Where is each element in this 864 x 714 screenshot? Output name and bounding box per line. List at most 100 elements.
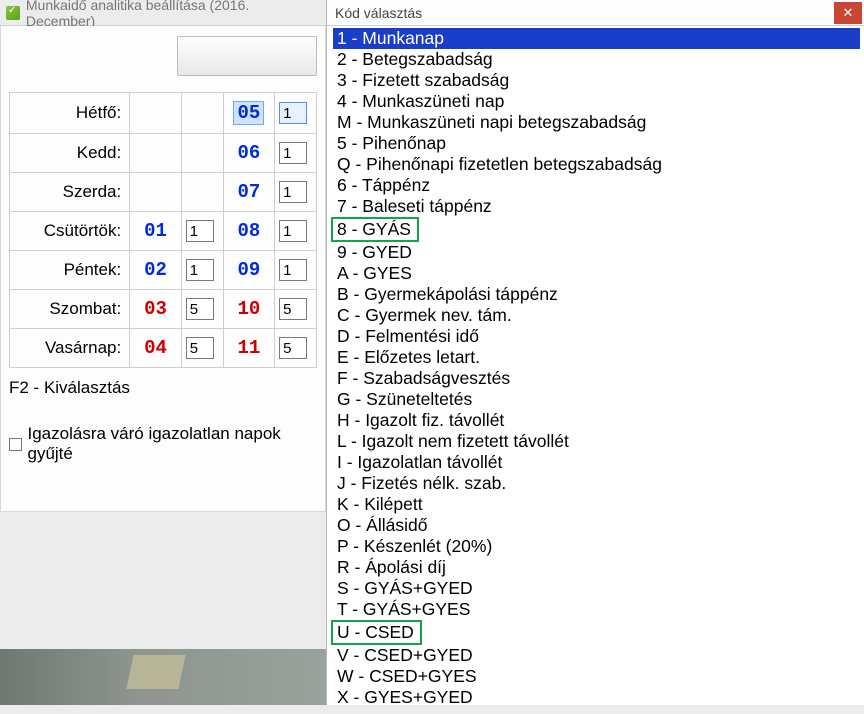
- code-item[interactable]: 6 - Táppénz: [333, 175, 860, 196]
- day-code-2: [275, 134, 317, 173]
- day-number-1: 02: [130, 251, 182, 290]
- code-item[interactable]: Q - Pihenőnapi fizetetlen betegszabadság: [333, 154, 860, 175]
- code-dialog-title: Kód választás: [335, 5, 422, 21]
- code-item[interactable]: U - CSED: [331, 620, 422, 645]
- day-code-2: [275, 329, 317, 368]
- day-code-2: [275, 251, 317, 290]
- day-code-1: [181, 173, 223, 212]
- day-code-2: [275, 290, 317, 329]
- code-input[interactable]: [186, 298, 214, 320]
- code-item[interactable]: R - Ápolási díj: [333, 557, 860, 578]
- code-input[interactable]: [279, 298, 307, 320]
- day-label: Szerda:: [10, 173, 130, 212]
- day-number-2: 09: [223, 251, 275, 290]
- day-number-2: 11: [223, 329, 275, 368]
- day-grid: Hétfő:05Kedd:06Szerda:07Csütörtök:0108Pé…: [9, 92, 317, 368]
- day-label: Csütörtök:: [10, 212, 130, 251]
- day-code-1: [181, 329, 223, 368]
- day-number-1: 03: [130, 290, 182, 329]
- code-item[interactable]: 3 - Fizetett szabadság: [333, 70, 860, 91]
- code-item[interactable]: E - Előzetes letart.: [333, 347, 860, 368]
- day-code-2: [275, 173, 317, 212]
- code-item[interactable]: 5 - Pihenőnap: [333, 133, 860, 154]
- code-item[interactable]: M - Munkaszüneti napi betegszabadság: [333, 112, 860, 133]
- code-dialog: Kód választás ✕ 1 - Munkanap2 - Betegsza…: [326, 0, 864, 705]
- code-item[interactable]: 7 - Baleseti táppénz: [333, 196, 860, 217]
- code-input[interactable]: [279, 102, 307, 124]
- main-window: Munkaidő analitika beállítása (2016. Dec…: [0, 0, 326, 705]
- code-item[interactable]: 2 - Betegszabadság: [333, 49, 860, 70]
- day-number-1: 01: [130, 212, 182, 251]
- day-code-2: [275, 93, 317, 134]
- code-input[interactable]: [279, 337, 307, 359]
- code-item[interactable]: D - Felmentési idő: [333, 326, 860, 347]
- day-label: Szombat:: [10, 290, 130, 329]
- code-item[interactable]: C - Gyermek nev. tám.: [333, 305, 860, 326]
- code-item[interactable]: B - Gyermekápolási táppénz: [333, 284, 860, 305]
- code-item[interactable]: F - Szabadságvesztés: [333, 368, 860, 389]
- code-item[interactable]: 8 - GYÁS: [331, 217, 419, 242]
- code-list[interactable]: 1 - Munkanap2 - Betegszabadság3 - Fizete…: [327, 26, 864, 714]
- code-item[interactable]: K - Kilépett: [333, 494, 860, 515]
- day-row: Kedd:06: [10, 134, 317, 173]
- background-strip: [0, 649, 326, 705]
- day-number-1: [130, 93, 182, 134]
- code-item[interactable]: T - GYÁS+GYES: [333, 599, 860, 620]
- day-code-1: [181, 251, 223, 290]
- code-item[interactable]: L - Igazolt nem fizetett távollét: [333, 431, 860, 452]
- day-number-1: 04: [130, 329, 182, 368]
- main-title: Munkaidő analitika beállítása (2016. Dec…: [26, 0, 320, 29]
- code-input[interactable]: [186, 337, 214, 359]
- code-item[interactable]: H - Igazolt fiz. távollét: [333, 410, 860, 431]
- day-number-2: 08: [223, 212, 275, 251]
- code-item[interactable]: P - Készenlét (20%): [333, 536, 860, 557]
- day-label: Vasárnap:: [10, 329, 130, 368]
- code-input[interactable]: [186, 220, 214, 242]
- day-number-2: 07: [223, 173, 275, 212]
- day-number-2: 05: [223, 93, 275, 134]
- code-item[interactable]: 1 - Munkanap: [333, 28, 860, 49]
- toolbar-button[interactable]: [177, 36, 317, 76]
- day-row: Vasárnap:04 11: [10, 329, 317, 368]
- day-code-1: [181, 290, 223, 329]
- code-item[interactable]: 4 - Munkaszüneti nap: [333, 91, 860, 112]
- code-item[interactable]: A - GYES: [333, 263, 860, 284]
- day-label: Hétfő:: [10, 93, 130, 134]
- code-item[interactable]: W - CSED+GYES: [333, 666, 860, 687]
- code-input[interactable]: [279, 142, 307, 164]
- close-button[interactable]: ✕: [834, 2, 862, 24]
- main-titlebar: Munkaidő analitika beállítása (2016. Dec…: [0, 0, 326, 26]
- close-icon: ✕: [843, 5, 854, 21]
- day-label: Péntek:: [10, 251, 130, 290]
- checkbox-label: Igazolásra váró igazolatlan napok gyűjté: [28, 424, 318, 464]
- day-row: Szerda: 07: [10, 173, 317, 212]
- code-input[interactable]: [186, 259, 214, 281]
- day-number-2: 10: [223, 290, 275, 329]
- day-code-1: [181, 212, 223, 251]
- main-body: Hétfő:05Kedd:06Szerda:07Csütörtök:0108Pé…: [0, 26, 326, 512]
- code-item[interactable]: 9 - GYED: [333, 242, 860, 263]
- checkbox-box[interactable]: [9, 438, 22, 451]
- code-input[interactable]: [279, 181, 307, 203]
- code-item[interactable]: G - Szüneteltetés: [333, 389, 860, 410]
- checkbox-row[interactable]: Igazolásra váró igazolatlan napok gyűjté: [9, 424, 317, 464]
- day-code-1: [181, 134, 223, 173]
- day-number-1: [130, 134, 182, 173]
- app-icon: [6, 6, 20, 20]
- day-row: Hétfő: 05: [10, 93, 317, 134]
- code-item[interactable]: S - GYÁS+GYED: [333, 578, 860, 599]
- code-input[interactable]: [279, 220, 307, 242]
- code-input[interactable]: [279, 259, 307, 281]
- day-code-2: [275, 212, 317, 251]
- code-item[interactable]: O - Állásidő: [333, 515, 860, 536]
- code-item[interactable]: V - CSED+GYED: [333, 645, 860, 666]
- top-toolbar: [9, 32, 317, 92]
- day-row: Péntek:02 09: [10, 251, 317, 290]
- code-dialog-titlebar: Kód választás ✕: [327, 0, 864, 26]
- day-code-1: [181, 93, 223, 134]
- code-item[interactable]: J - Fizetés nélk. szab.: [333, 473, 860, 494]
- code-item[interactable]: I - Igazolatlan távollét: [333, 452, 860, 473]
- day-row: Csütörtök:01 08: [10, 212, 317, 251]
- hint-text: F2 - Kiválasztás: [9, 378, 317, 398]
- day-number-1: [130, 173, 182, 212]
